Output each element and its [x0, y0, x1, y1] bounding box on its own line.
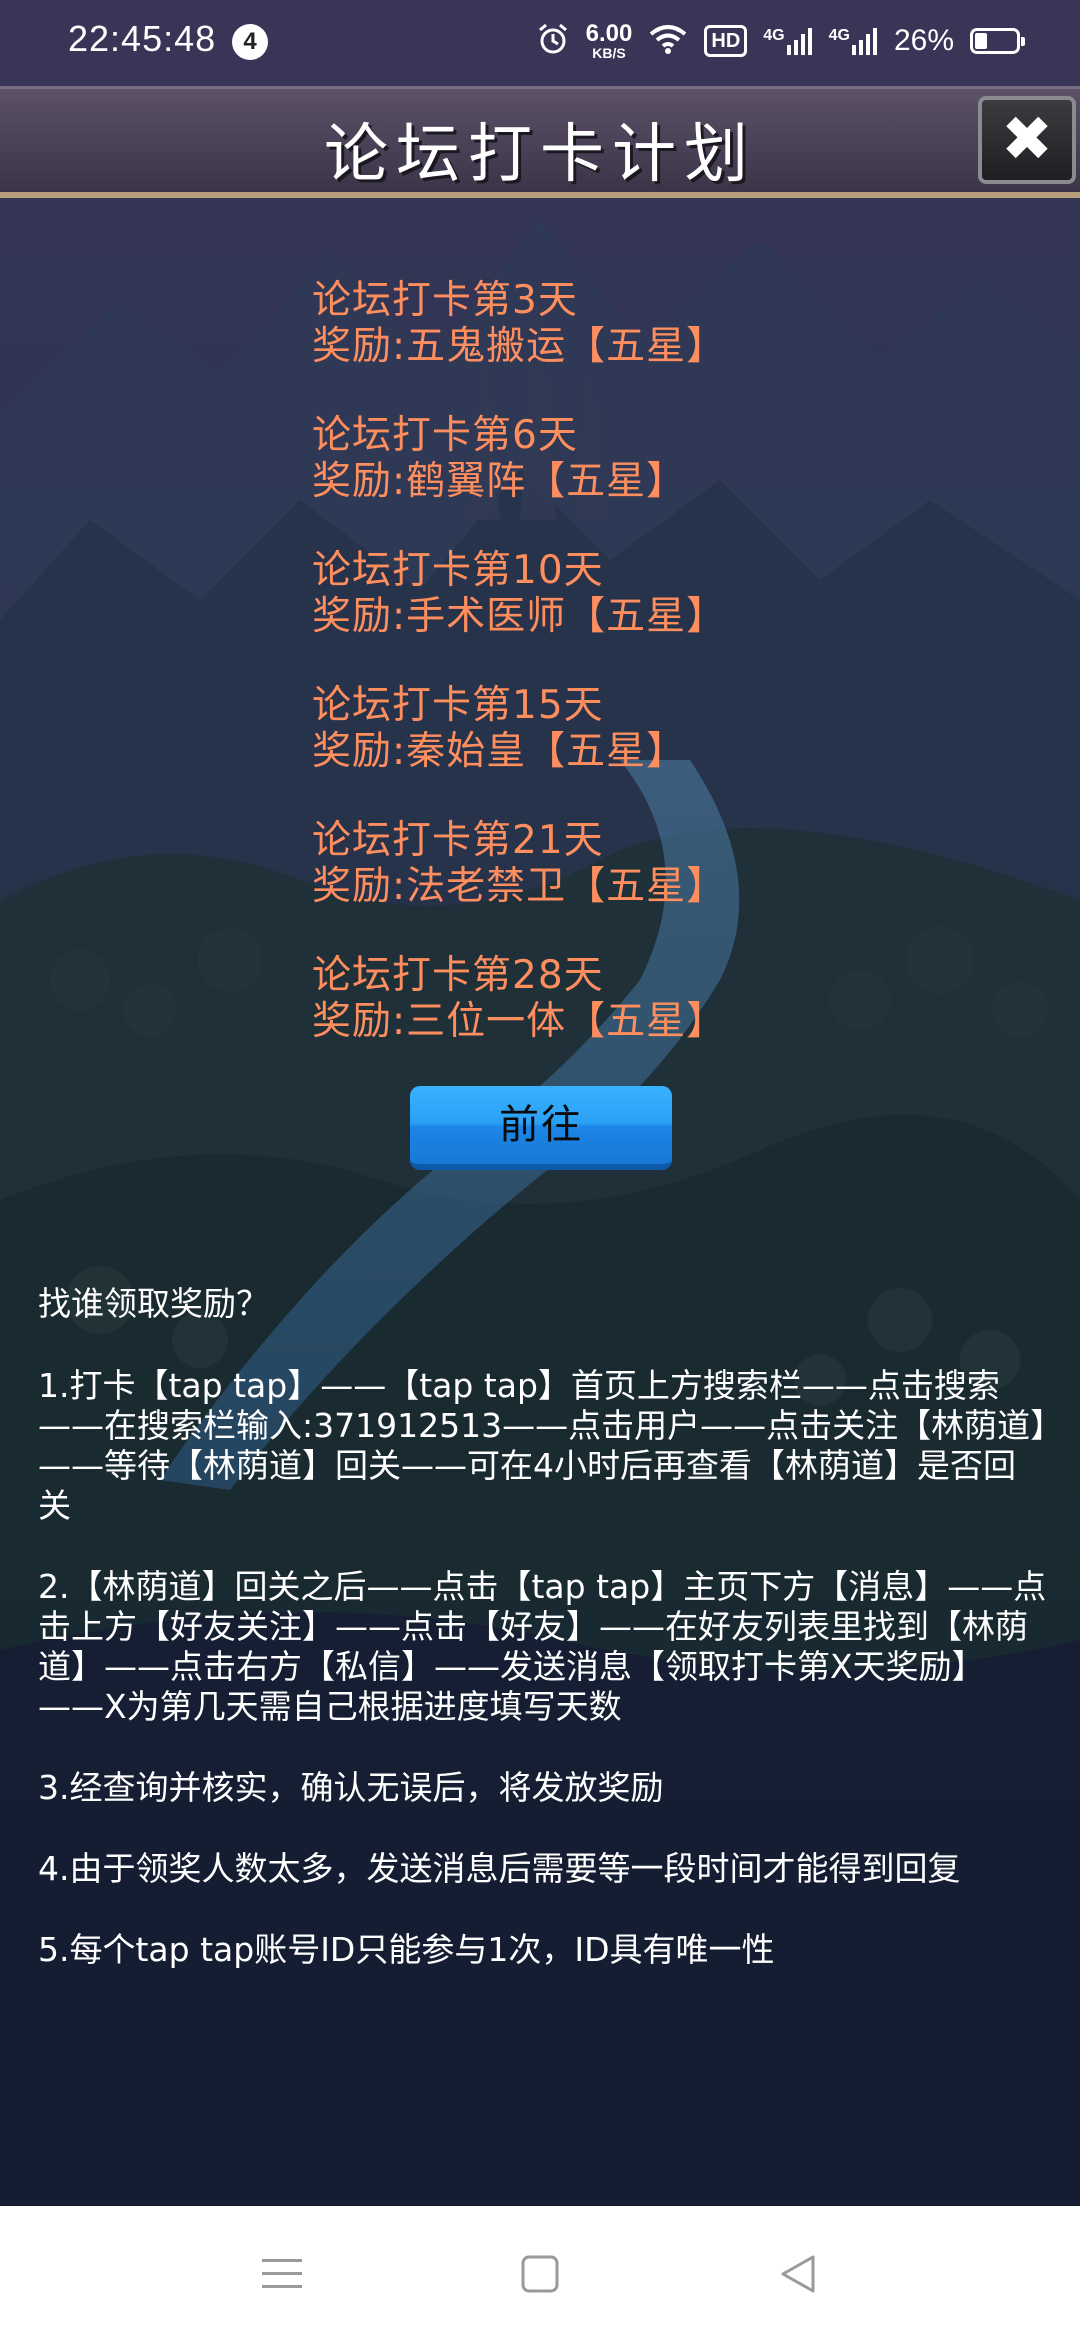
- signal-icon-1: 4G: [763, 27, 812, 55]
- status-bar: 22:45:48 4 6.00 KB/S HD 4G 4G 26%: [0, 0, 1080, 82]
- title-bar: 论坛打卡计划: [0, 86, 1080, 198]
- hd-icon: HD: [704, 25, 748, 57]
- menu-icon[interactable]: [254, 2246, 310, 2302]
- close-icon: ✖: [1001, 102, 1053, 175]
- reward-item: 论坛打卡第6天 奖励:鹤翼阵【五星】: [312, 413, 872, 548]
- reward-prize: 奖励:五鬼搬运【五星】: [312, 324, 727, 369]
- status-icons: 6.00 KB/S HD 4G 4G 26%: [536, 18, 1025, 64]
- instruction-step-3: 3.经查询并核实，确认无误后，将发放奖励: [38, 1768, 664, 1807]
- reward-prize: 奖励:法老禁卫【五星】: [312, 864, 727, 909]
- instructions-question: 找谁领取奖励？: [38, 1284, 269, 1323]
- battery-percent: 26%: [893, 24, 954, 57]
- home-square-icon[interactable]: [512, 2246, 568, 2302]
- reward-item: 论坛打卡第10天 奖励:手术医师【五星】: [312, 548, 872, 683]
- instruction-step-1: 1.打卡【tap tap】——【tap tap】首页上方搜索栏——点击搜索——在…: [38, 1366, 1047, 1525]
- reward-item: 论坛打卡第21天 奖励:法老禁卫【五星】: [312, 818, 872, 953]
- instruction-step-2: 2.【林荫道】回关之后——点击【tap tap】主页下方【消息】——点击上方【好…: [38, 1567, 1047, 1726]
- back-triangle-icon[interactable]: [770, 2246, 826, 2302]
- reward-day: 论坛打卡第10天: [312, 548, 604, 593]
- reward-item: 论坛打卡第3天 奖励:五鬼搬运【五星】: [312, 278, 872, 413]
- status-time: 22:45:48: [68, 18, 217, 59]
- reward-prize: 奖励:鹤翼阵【五星】: [312, 459, 687, 504]
- network-speed: 6.00 KB/S: [585, 20, 633, 61]
- reward-day: 论坛打卡第21天: [312, 818, 604, 863]
- battery-icon: [970, 28, 1025, 54]
- notification-count-badge: 4: [232, 24, 268, 60]
- app-screen: 22:45:48 4 6.00 KB/S HD 4G 4G 26% 论坛打卡计划…: [0, 0, 1080, 2340]
- instructions-panel: 找谁领取奖励？ 1.打卡【tap tap】——【tap tap】首页上方搜索栏—…: [38, 1284, 1048, 2011]
- reward-prize: 奖励:秦始皇【五星】: [312, 729, 687, 774]
- page-title: 论坛打卡计划: [324, 118, 756, 192]
- reward-prize: 奖励:三位一体【五星】: [312, 999, 727, 1044]
- reward-item: 论坛打卡第28天 奖励:三位一体【五星】: [312, 953, 872, 1088]
- reward-day: 论坛打卡第15天: [312, 683, 604, 728]
- reward-day: 论坛打卡第6天: [312, 413, 578, 458]
- navigation-bar: [0, 2206, 1080, 2340]
- reward-prize: 奖励:手术医师【五星】: [312, 594, 727, 639]
- go-button[interactable]: 前往: [410, 1086, 672, 1170]
- instruction-step-4: 4.由于领奖人数太多，发送消息后需要等一段时间才能得到回复: [38, 1849, 961, 1888]
- alarm-icon: [536, 22, 570, 61]
- wifi-icon: [648, 23, 688, 60]
- instruction-step-5: 5.每个tap tap账号ID只能参与1次，ID具有唯一性: [38, 1930, 775, 1969]
- reward-list: 论坛打卡第3天 奖励:五鬼搬运【五星】 论坛打卡第6天 奖励:鹤翼阵【五星】 论…: [312, 278, 872, 1088]
- reward-day: 论坛打卡第3天: [312, 278, 578, 323]
- signal-icon-2: 4G: [829, 27, 878, 55]
- reward-day: 论坛打卡第28天: [312, 953, 604, 998]
- close-button[interactable]: ✖: [978, 96, 1076, 184]
- reward-item: 论坛打卡第15天 奖励:秦始皇【五星】: [312, 683, 872, 818]
